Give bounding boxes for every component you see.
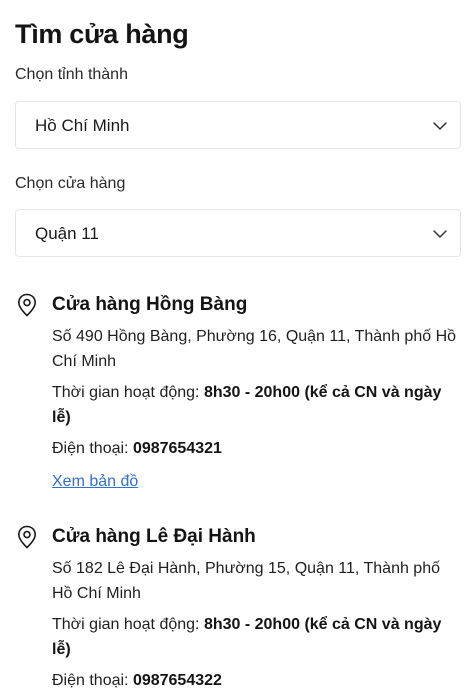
store-select-label: Chọn cửa hàng <box>15 175 126 192</box>
store-phone: Điện thoại: 0987654322 <box>52 668 461 693</box>
store-name: Cửa hàng Lê Đại Hành <box>52 526 256 547</box>
store-phone-value: 0987654322 <box>132 672 222 689</box>
store-select-value: Quận 11 <box>35 224 99 243</box>
store-name: Cửa hàng Hồng Bàng <box>52 294 248 315</box>
store-hours-label: Thời gian hoạt động: <box>52 384 204 401</box>
province-select[interactable]: Hồ Chí Minh <box>15 101 461 149</box>
store-phone-label: Điện thoại: <box>52 672 133 689</box>
view-map-link[interactable]: Xem bản đồ <box>52 469 138 494</box>
store-address: Số 182 Lê Đại Hành, Phường 15, Quận 11, … <box>52 560 440 602</box>
store-hours: Thời gian hoạt động: 8h30 - 20h00 (kể cả… <box>52 380 461 430</box>
province-label: Chọn tỉnh thành <box>15 66 128 83</box>
chevron-down-icon <box>433 230 447 238</box>
province-select-value: Hồ Chí Minh <box>35 116 130 135</box>
store-phone-value: 0987654321 <box>132 440 222 457</box>
map-pin-icon <box>17 293 37 317</box>
page-title: Tìm cửa hàng <box>15 19 189 49</box>
store-address: Số 490 Hồng Bàng, Phường 16, Quận 11, Th… <box>52 328 457 370</box>
store-details: Cửa hàng Lê Đại Hành Số 182 Lê Đại Hành,… <box>52 522 461 693</box>
store-phone: Điện thoại: 0987654321 <box>52 436 461 461</box>
store-select[interactable]: Quận 11 <box>15 209 461 257</box>
store-details: Cửa hàng Hồng Bàng Số 490 Hồng Bàng, Phư… <box>52 290 461 494</box>
store-hours: Thời gian hoạt động: 8h30 - 20h00 (kể cả… <box>52 612 461 662</box>
store-phone-label: Điện thoại: <box>52 440 133 457</box>
store-hours-label: Thời gian hoạt động: <box>52 616 204 633</box>
chevron-down-icon <box>433 122 447 130</box>
map-pin-icon <box>17 525 37 549</box>
